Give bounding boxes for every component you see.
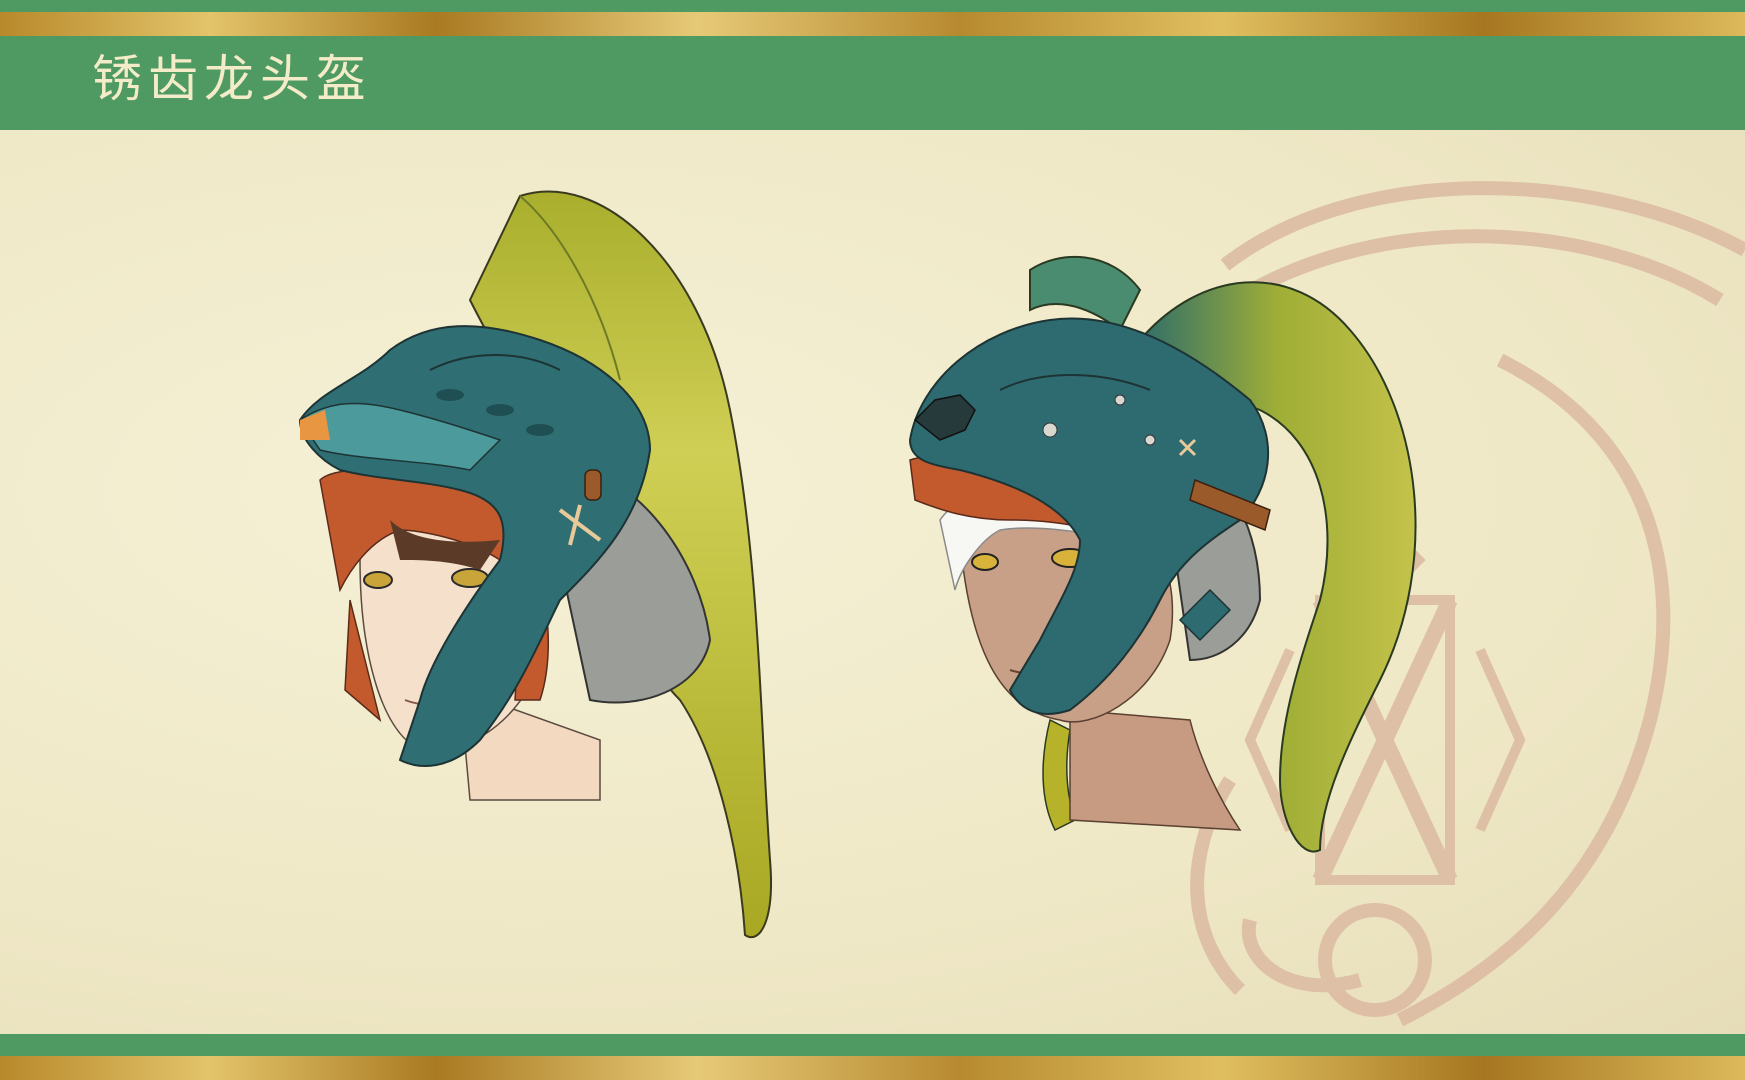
slide-frame: 锈齿龙头盔: [0, 0, 1745, 1080]
male-head-illustration: [908, 255, 1417, 853]
artwork-canvas: [298, 181, 1745, 1027]
female-head-illustration: [298, 190, 772, 938]
